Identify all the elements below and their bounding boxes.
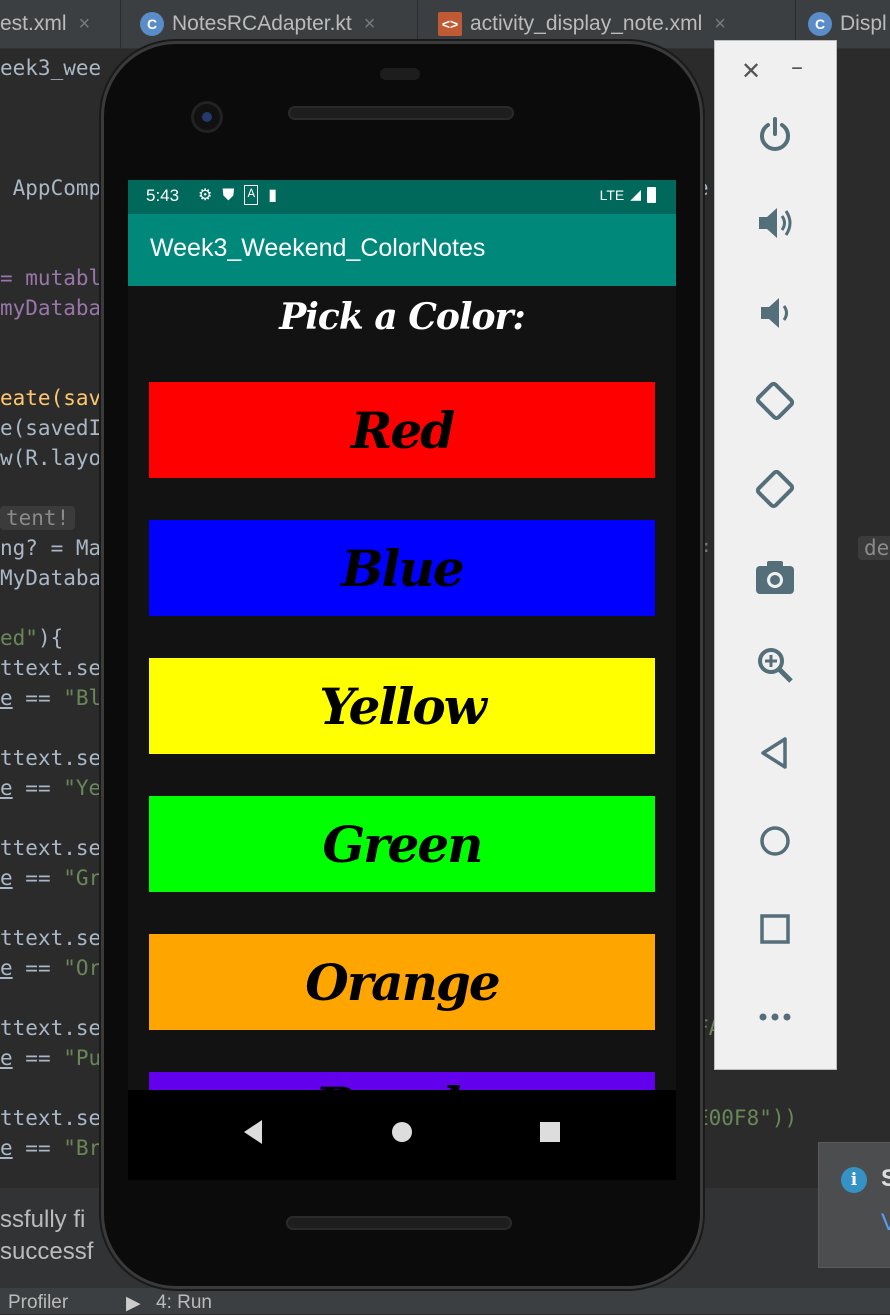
nav-home-icon[interactable] — [384, 1114, 420, 1150]
red-button[interactable]: Red — [149, 382, 655, 478]
code-line: ttext.se — [0, 1106, 102, 1130]
editor-tab[interactable]: C NotesRCAdapter.kt × — [122, 0, 418, 48]
blue-button[interactable]: Blue — [149, 520, 655, 616]
green-button[interactable]: Green — [149, 796, 655, 892]
network-type: LTE — [599, 186, 625, 203]
android-status-bar: 5:43 ⚙ ⛊ A ▮ LTE ◢ — [128, 180, 676, 214]
close-icon[interactable]: × — [364, 13, 376, 36]
code-line: eate(sav — [0, 386, 102, 410]
code-line: MyDataba — [0, 566, 102, 590]
volume-up-icon[interactable] — [751, 199, 799, 247]
volume-down-icon[interactable] — [751, 289, 799, 337]
code-line: e == "Bl — [0, 686, 102, 710]
inlay-hint: de — [858, 536, 890, 560]
xml-layout-icon: <> — [438, 12, 462, 36]
code-line: w(R.layo — [0, 446, 102, 470]
minimize-icon[interactable]: – — [791, 53, 803, 81]
back-icon[interactable] — [751, 729, 799, 777]
font-icon: A — [244, 185, 259, 205]
power-icon[interactable] — [751, 111, 799, 159]
rotate-left-icon[interactable] — [751, 377, 799, 425]
settings-icon: ⚙ — [198, 185, 213, 204]
console-line: successf — [0, 1238, 94, 1265]
home-icon[interactable] — [751, 817, 799, 865]
tab-label: activity_display_note.xml — [470, 12, 703, 35]
close-icon[interactable]: × — [714, 13, 726, 36]
tab-label: NotesRCAdapter.kt — [172, 12, 352, 35]
earpiece — [380, 68, 420, 80]
tool-window-bar: Profiler ▶ 4: Run — [0, 1288, 890, 1314]
profiler-tab[interactable]: Profiler — [8, 1292, 68, 1314]
close-icon[interactable]: ✕ — [741, 57, 761, 85]
code-line: e == "Or — [0, 956, 102, 980]
code-line: AppComp — [0, 176, 102, 200]
signal-icon: ◢ — [630, 186, 641, 202]
zoom-icon[interactable] — [751, 641, 799, 689]
code-line: ttext.se — [0, 1016, 102, 1040]
orange-button[interactable]: Orange — [149, 934, 655, 1030]
code-line: ttext.se — [0, 746, 102, 770]
camera-icon[interactable] — [751, 553, 799, 601]
tab-label: Displ — [840, 12, 887, 35]
code-line: ng? = Ma — [0, 536, 102, 560]
overview-icon[interactable] — [751, 905, 799, 953]
console-line: ssfully fi — [0, 1206, 86, 1233]
code-line: e(savedI — [0, 416, 102, 440]
status-time: 5:43 — [146, 186, 180, 205]
code-fragment: E00F8")) — [696, 1106, 798, 1130]
code-line: = mutabl — [0, 266, 102, 290]
code-line: e == "Pu — [0, 1046, 102, 1070]
notification-title: S — [881, 1165, 890, 1192]
rotate-right-icon[interactable] — [751, 465, 799, 513]
yellow-button[interactable]: Yellow — [149, 658, 655, 754]
speaker-grill — [286, 1216, 512, 1230]
run-tab[interactable]: 4: Run — [156, 1292, 212, 1314]
battery-icon — [647, 186, 656, 203]
shield-icon: ⛊ — [222, 185, 235, 204]
emulator-device-frame: 5:43 ⚙ ⛊ A ▮ LTE ◢ Week3_Weekend_ColorNo… — [104, 44, 700, 1286]
notification-balloon[interactable]: i S V — [818, 1142, 890, 1268]
pick-color-heading: Pick a Color: — [279, 296, 526, 338]
kotlin-class-icon: C — [140, 12, 164, 36]
code-line: myDataba — [0, 296, 102, 320]
inlay-hint: tent! = — [0, 506, 113, 530]
editor-tab[interactable]: est.xml × — [0, 0, 121, 48]
tab-label: est.xml — [0, 12, 67, 35]
code-line: ttext.se — [0, 836, 102, 860]
more-icon[interactable] — [751, 993, 799, 1041]
info-icon: i — [841, 1167, 867, 1193]
code-line: eek3_wee — [0, 56, 102, 80]
run-icon[interactable]: ▶ — [126, 1292, 141, 1315]
emulator-toolbar: ✕ – — [714, 40, 837, 1070]
app-title: Week3_Weekend_ColorNotes — [150, 234, 486, 262]
notification-link[interactable]: V — [881, 1209, 890, 1237]
close-icon[interactable]: × — [79, 13, 91, 36]
front-camera — [194, 104, 220, 130]
speaker-grill — [288, 106, 514, 120]
code-line: e == "Ye — [0, 776, 102, 800]
code-line: ttext.se — [0, 656, 102, 680]
code-line: ttext.se — [0, 926, 102, 950]
app-bar: Week3_Weekend_ColorNotes — [128, 214, 676, 286]
nav-back-icon[interactable] — [236, 1114, 272, 1150]
sd-card-icon: ▮ — [268, 185, 277, 204]
kotlin-class-icon: C — [808, 12, 832, 36]
nav-overview-icon[interactable] — [532, 1114, 568, 1150]
code-line: ed"){ — [0, 626, 64, 650]
code-line: e == "Gr — [0, 866, 102, 890]
device-screen[interactable]: 5:43 ⚙ ⛊ A ▮ LTE ◢ Week3_Weekend_ColorNo… — [128, 180, 676, 1180]
android-nav-bar — [128, 1090, 676, 1180]
code-line: e == "Br — [0, 1136, 102, 1160]
